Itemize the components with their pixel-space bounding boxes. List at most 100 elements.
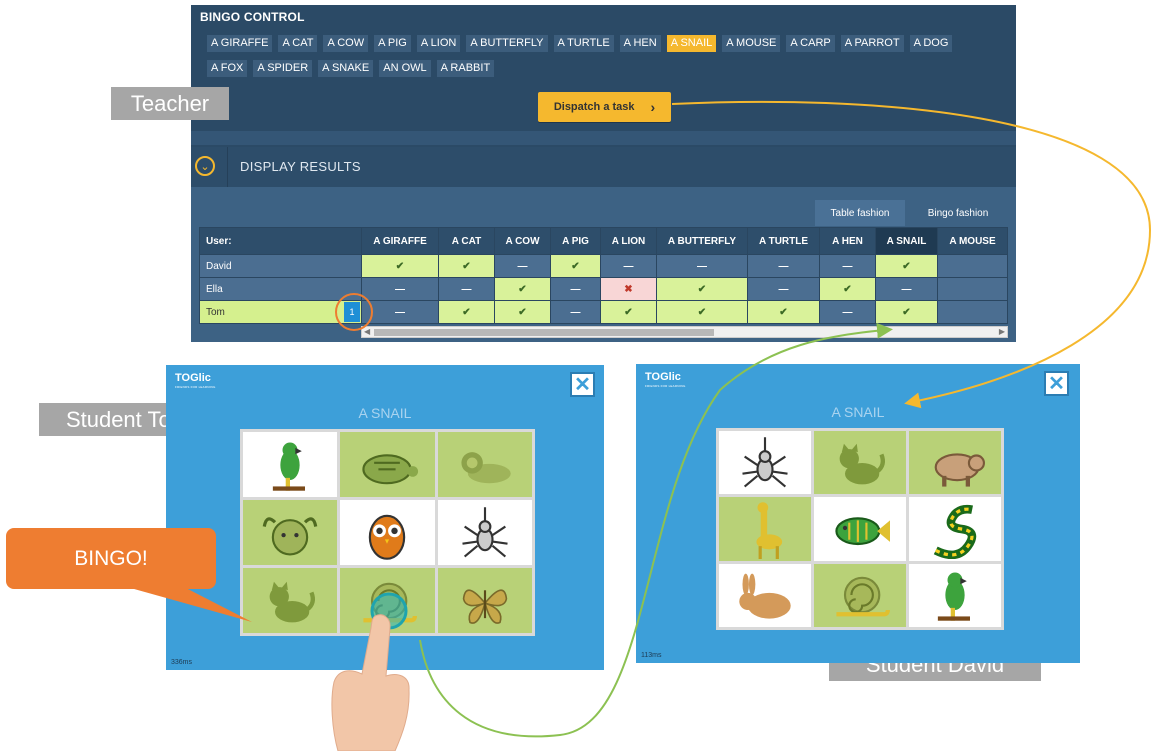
response-time: 113ms: [641, 652, 662, 659]
bingo-card[interactable]: [437, 432, 532, 497]
bingo-card[interactable]: [814, 431, 906, 495]
word-chip[interactable]: A FOX: [207, 60, 248, 77]
toglic-logo: TOGlic FRIENDS FOR LEARNING: [175, 372, 216, 389]
word-chip[interactable]: A BUTTERFLY: [466, 35, 548, 52]
column-header: A LION: [600, 227, 657, 255]
word-chip[interactable]: AN OWL: [379, 60, 431, 77]
word-chip[interactable]: A PIG: [374, 35, 411, 52]
bingo-card[interactable]: [814, 497, 906, 561]
butterfly-icon: [462, 588, 508, 624]
word-chip[interactable]: A CAT: [278, 35, 318, 52]
user-name: David: [206, 260, 232, 272]
column-header: A BUTTERFLY: [656, 227, 748, 255]
word-chip[interactable]: A PARROT: [840, 35, 904, 52]
bingo-card[interactable]: [340, 432, 435, 497]
column-header: A PIG: [550, 227, 601, 255]
chevron-down-icon[interactable]: ⌄: [195, 156, 215, 176]
empty-cell: [937, 254, 1008, 278]
tab-bingo-fashion[interactable]: Bingo fashion: [915, 200, 1001, 226]
bingo-speech-bubble: BINGO!: [6, 528, 216, 589]
empty-cell: [937, 300, 1008, 324]
word-chip[interactable]: A HEN: [619, 35, 661, 52]
bingo-card[interactable]: [909, 497, 1001, 561]
close-icon[interactable]: ✕: [570, 372, 595, 397]
bingo-card[interactable]: [909, 431, 1001, 495]
scroll-right-icon[interactable]: ▶: [999, 327, 1005, 337]
dash-icon: —: [819, 254, 876, 278]
divider: [227, 147, 228, 187]
column-header: A SNAIL: [875, 227, 938, 255]
check-icon: ✔: [438, 300, 495, 324]
owl-icon: [369, 514, 406, 560]
task-word: A SNAIL: [831, 404, 885, 420]
check-icon: ✔: [438, 254, 495, 278]
dash-icon: —: [819, 300, 876, 324]
column-header: A HEN: [819, 227, 876, 255]
rabbit-icon: [739, 573, 791, 619]
snail-icon: [363, 582, 418, 622]
column-header: A COW: [494, 227, 551, 255]
word-chip[interactable]: A GIRAFFE: [207, 35, 273, 52]
dash-icon: —: [550, 300, 601, 324]
bingo-card[interactable]: [437, 568, 532, 633]
chevron-right-icon: ›: [650, 99, 656, 115]
horizontal-scrollbar[interactable]: ◀ ▶: [361, 326, 1008, 338]
word-chip[interactable]: A CARP: [786, 35, 835, 52]
word-chip[interactable]: A RABBIT: [436, 60, 495, 77]
word-chip[interactable]: A TURTLE: [553, 35, 614, 52]
word-chip[interactable]: A SPIDER: [253, 60, 313, 77]
cat-icon: [269, 581, 316, 622]
check-icon: ✔: [747, 300, 820, 324]
word-chip[interactable]: A DOG: [909, 35, 953, 52]
bingo-card[interactable]: [340, 568, 435, 633]
user-name: Tom: [206, 306, 225, 318]
word-chip[interactable]: A SNAIL: [666, 35, 717, 52]
bingo-grid: [240, 429, 535, 636]
display-results-label: DISPLAY RESULTS: [240, 159, 361, 174]
bingo-card[interactable]: [719, 431, 811, 495]
panel-separator: [191, 131, 1016, 145]
snake-icon: [933, 504, 977, 559]
user-cell: David: [199, 254, 362, 278]
task-word: A SNAIL: [358, 405, 412, 421]
bingo-control-title: BINGO CONTROL: [200, 10, 305, 24]
bingo-card[interactable]: [340, 500, 435, 565]
word-chip-row-1: A GIRAFFE A CAT A COW A PIG A LION A BUTTERFL…: [207, 35, 953, 52]
bingo-card[interactable]: [243, 432, 338, 497]
bingo-card[interactable]: [243, 500, 338, 565]
spider-icon: [742, 436, 788, 488]
word-chip[interactable]: A COW: [323, 35, 369, 52]
user-name: Ella: [206, 283, 223, 295]
tab-table-fashion[interactable]: Table fashion: [815, 200, 905, 226]
bingo-card[interactable]: [243, 568, 338, 633]
parrot-icon: [937, 572, 970, 622]
scroll-left-icon[interactable]: ◀: [364, 327, 370, 337]
check-icon: ✔: [656, 277, 748, 301]
snail-icon: [836, 577, 890, 617]
dash-icon: —: [747, 277, 820, 301]
check-icon: ✔: [656, 300, 748, 324]
dispatch-task-button[interactable]: Dispatch a task ›: [538, 92, 671, 122]
bingo-card[interactable]: [909, 563, 1001, 627]
bingo-card[interactable]: [814, 563, 906, 627]
dash-icon: —: [656, 254, 748, 278]
teacher-panel: BINGO CONTROL A GIRAFFE A CAT A COW A PIG A …: [191, 5, 1016, 342]
toglic-logo: TOGlic FRIENDS FOR LEARNING: [645, 371, 686, 388]
student-david-screen: TOGlic FRIENDS FOR LEARNING ✕ A SNAIL 113…: [636, 364, 1080, 663]
close-icon[interactable]: ✕: [1044, 371, 1069, 396]
user-cell: Tom 1: [199, 300, 362, 324]
table-row: David ✔ ✔ — ✔ — — — — ✔: [199, 254, 1008, 278]
bingo-card[interactable]: [437, 500, 532, 565]
scroll-thumb[interactable]: [374, 329, 714, 336]
word-chip[interactable]: A SNAKE: [318, 60, 374, 77]
cross-icon: ✖: [600, 277, 657, 301]
dash-icon: —: [550, 277, 601, 301]
check-icon: ✔: [361, 254, 439, 278]
bingo-card[interactable]: [719, 563, 811, 627]
table-row: Tom 1— ✔ ✔ — ✔ ✔ ✔ — ✔: [199, 300, 1008, 324]
check-icon: ✔: [819, 277, 876, 301]
bingo-card[interactable]: [719, 497, 811, 561]
word-chip[interactable]: A LION: [416, 35, 461, 52]
word-chip[interactable]: A MOUSE: [722, 35, 781, 52]
results-table: User: A GIRAFFE A CAT A COW A PIG A LION A BUT…: [199, 227, 1008, 324]
